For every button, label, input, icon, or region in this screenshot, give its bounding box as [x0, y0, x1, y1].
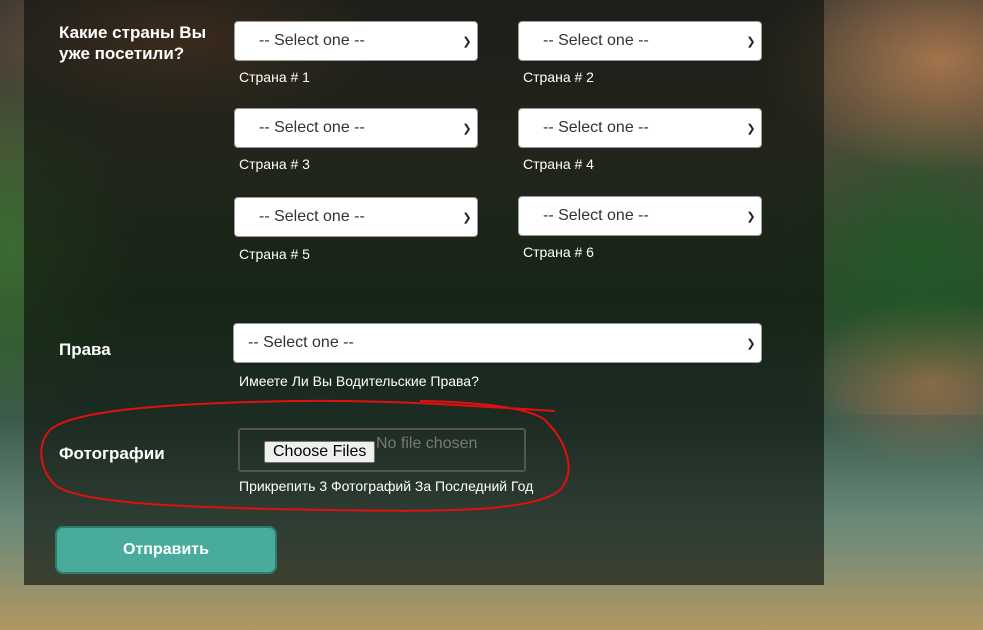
country-select-6-value: -- Select one --: [543, 207, 649, 224]
license-select-value: -- Select one --: [248, 334, 354, 351]
country-hint-3: Страна # 3: [239, 156, 310, 172]
country-select-3-value: -- Select one --: [259, 119, 365, 136]
country-select-4[interactable]: -- Select one -- ❯: [518, 108, 762, 148]
country-select-2-value: -- Select one --: [543, 32, 649, 49]
chevron-down-icon: ❯: [746, 35, 756, 48]
country-select-1[interactable]: -- Select one -- ❯: [234, 21, 478, 61]
photos-label: Фотографии: [59, 444, 165, 463]
license-hint: Имеете Ли Вы Водительские Права?: [239, 373, 479, 389]
country-select-5[interactable]: -- Select one -- ❯: [234, 197, 478, 237]
photos-hint: Прикрепить 3 Фотографий За Последний Год: [239, 478, 534, 494]
file-input[interactable]: Choose Files No file chosen: [238, 428, 526, 472]
country-hint-1: Страна # 1: [239, 69, 310, 85]
country-hint-4: Страна # 4: [523, 156, 594, 172]
chevron-down-icon: ❯: [746, 122, 756, 135]
country-select-2[interactable]: -- Select one -- ❯: [518, 21, 762, 61]
chevron-down-icon: ❯: [746, 210, 756, 223]
country-select-6[interactable]: -- Select one -- ❯: [518, 196, 762, 236]
choose-files-button[interactable]: Choose Files: [264, 441, 376, 463]
country-select-3[interactable]: -- Select one -- ❯: [234, 108, 478, 148]
country-hint-2: Страна # 2: [523, 69, 594, 85]
country-select-5-value: -- Select one --: [259, 208, 365, 225]
license-label: Права: [59, 340, 111, 359]
chevron-down-icon: ❯: [462, 35, 472, 48]
countries-label: Какие страны Вы уже посетили?: [59, 23, 207, 63]
chevron-down-icon: ❯: [462, 211, 472, 224]
chevron-down-icon: ❯: [746, 337, 756, 350]
chevron-down-icon: ❯: [462, 122, 472, 135]
country-select-1-value: -- Select one --: [259, 32, 365, 49]
license-select[interactable]: -- Select one -- ❯: [233, 323, 762, 363]
submit-button[interactable]: Отправить: [55, 526, 277, 574]
country-hint-6: Страна # 6: [523, 244, 594, 260]
form-panel: [24, 0, 824, 585]
file-status: No file chosen: [376, 435, 478, 452]
country-select-4-value: -- Select one --: [543, 119, 649, 136]
country-hint-5: Страна # 5: [239, 246, 310, 262]
